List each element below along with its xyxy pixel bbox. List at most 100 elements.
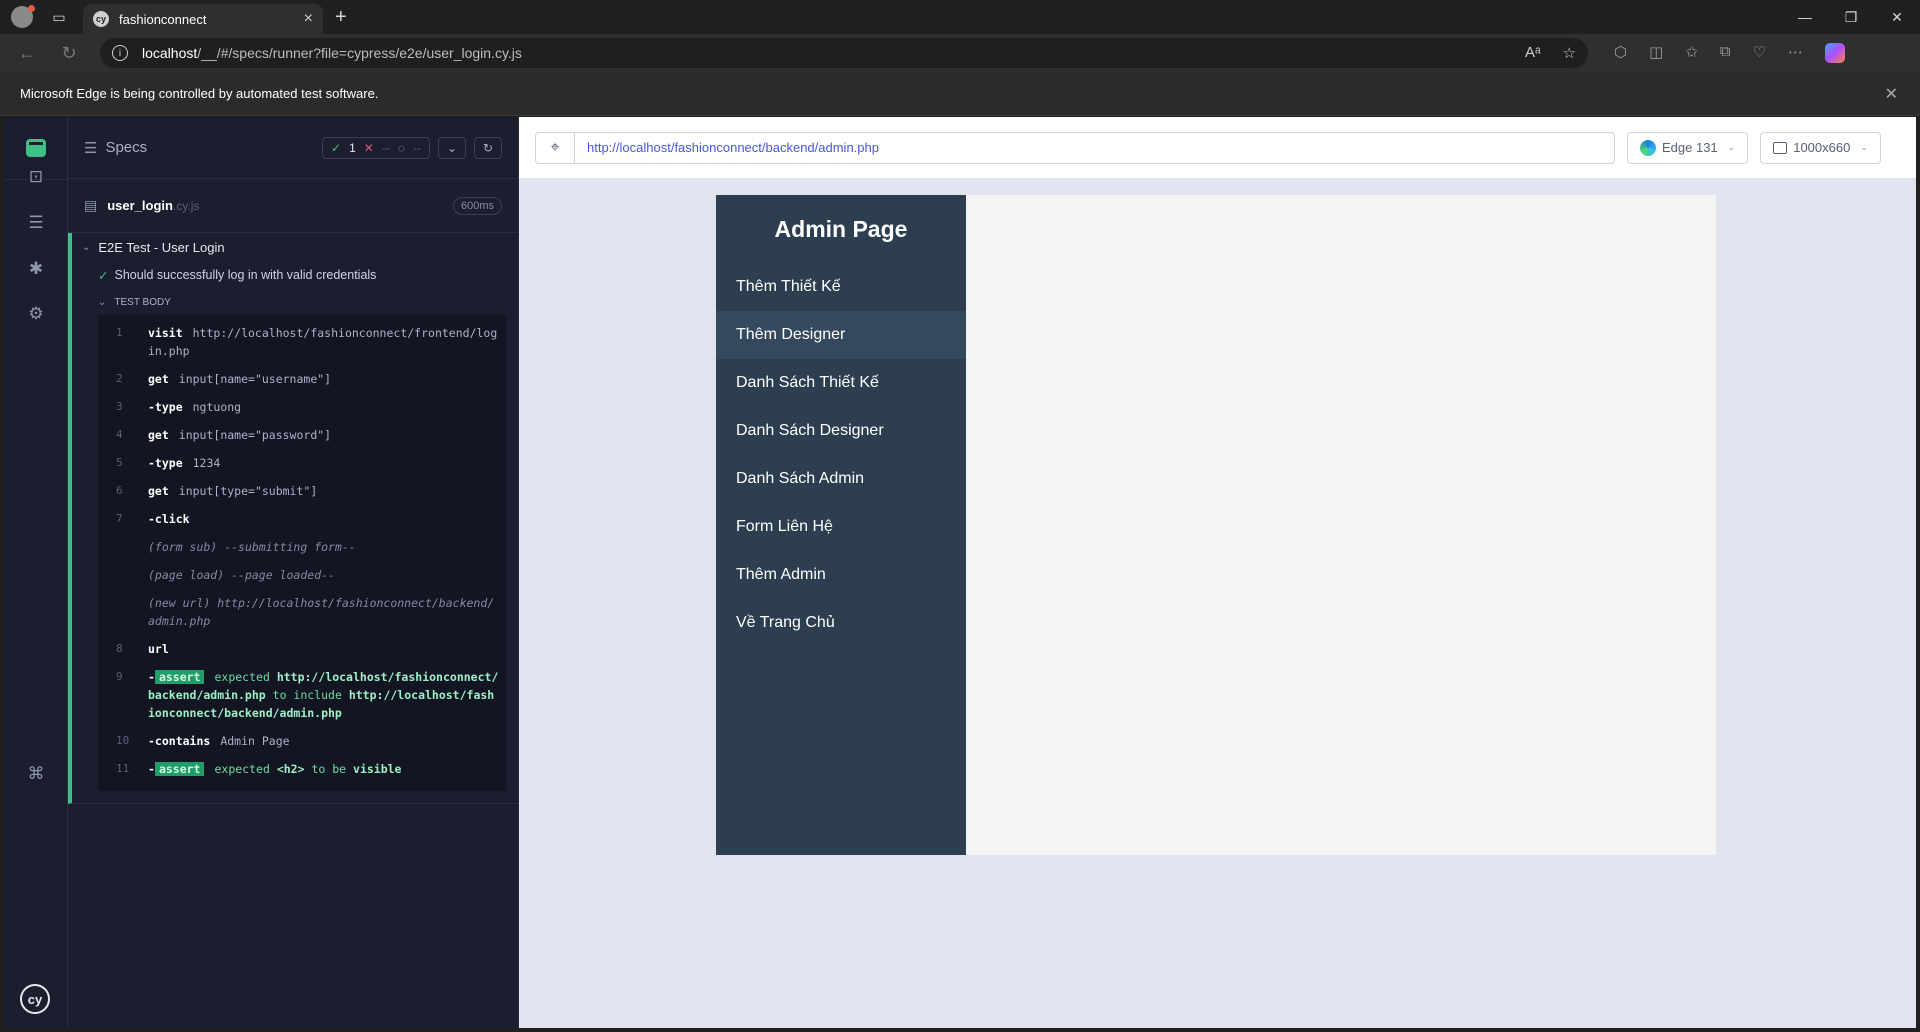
command-number: 11 <box>116 762 130 775</box>
command-row[interactable]: 3 -type ngtuong <box>98 393 506 421</box>
specs-list-icon[interactable]: ☰ <box>24 211 48 235</box>
aut-url-field[interactable]: http://localhost/fashionconnect/backend/… <box>575 131 1615 164</box>
chevron-down-icon: ⌄ <box>98 296 107 308</box>
passed-count: 1 <box>349 140 356 155</box>
more-menu-icon[interactable]: ⋯ <box>1788 43 1803 63</box>
restore-icon[interactable]: ❐ <box>1828 9 1874 26</box>
command-log-reporter: ☰ Specs ✓ 1 ✕ -- ◌ -- ⌄ ↻ ▤ user_login .c… <box>68 117 519 1028</box>
split-screen-icon[interactable]: ◫ <box>1649 43 1663 63</box>
assert-row[interactable]: 9 - assert expected http://localhost/fashi… <box>98 663 506 727</box>
admin-link-them-designer[interactable]: Thêm Designer <box>716 311 966 359</box>
command-arg: http://localhost/fashionconnect/frontend… <box>148 326 498 358</box>
command-arg: input[name="password"] <box>178 428 332 442</box>
selector-playground-icon[interactable]: ⌖ <box>535 131 575 164</box>
read-aloud-icon[interactable]: Aᵃ <box>1525 44 1541 62</box>
settings-icon[interactable]: ⚙ <box>24 302 48 326</box>
command-row[interactable]: 5 -type 1234 <box>98 449 506 477</box>
command-number <box>98 594 148 630</box>
file-icon: ▤ <box>84 197 98 213</box>
site-info-icon[interactable]: i <box>112 45 128 61</box>
assert-badge: assert <box>154 670 205 684</box>
keyboard-shortcuts-icon[interactable]: ⌘ <box>24 762 48 786</box>
admin-link-danh-sach-designer[interactable]: Danh Sách Designer <box>716 407 966 455</box>
test-title: Should successfully log in with valid cr… <box>114 268 377 282</box>
rerun-icon[interactable]: ↻ <box>474 136 502 159</box>
command-name: get <box>148 372 169 386</box>
command-number: 4 <box>116 428 123 441</box>
favorites-icon[interactable]: ✩ <box>1685 43 1698 63</box>
runs-icon[interactable]: ⊡ <box>24 165 48 189</box>
new-tab-icon[interactable]: + <box>335 6 347 29</box>
command-name: get <box>148 484 169 498</box>
admin-link-danh-sach-thiet-ke[interactable]: Danh Sách Thiết Kế <box>716 359 966 407</box>
command-event-row[interactable]: (new url) http://localhost/fashionconnec… <box>98 589 506 635</box>
admin-link-form-lien-he[interactable]: Form Liên Hệ <box>716 503 966 551</box>
close-window-icon[interactable]: ✕ <box>1874 9 1920 26</box>
admin-link-them-thiet-ke[interactable]: Thêm Thiết Kế <box>716 263 966 311</box>
command-number: 8 <box>116 642 123 655</box>
aut-iframe: Admin Page Thêm Thiết Kế Thêm Designer D… <box>716 195 1716 855</box>
collections-icon[interactable]: ⧉ <box>1720 43 1731 63</box>
minimize-icon[interactable]: — <box>1782 9 1828 26</box>
command-event-row[interactable]: (page load) --page loaded-- <box>98 561 506 589</box>
command-number: 2 <box>116 372 123 385</box>
command-number: 9 <box>116 670 123 683</box>
chevron-down-icon: ⌄ <box>1860 142 1868 152</box>
suite-block: ⌄ E2E Test - User Login ✓ Should success… <box>68 233 518 804</box>
cypress-logo-icon: cy <box>20 984 50 1014</box>
test-title-row[interactable]: ✓ Should successfully log in with valid … <box>72 261 518 289</box>
specs-label[interactable]: Specs <box>105 139 147 156</box>
viewport-label: 1000x660 <box>1793 140 1851 155</box>
browser-tab[interactable]: cy fashionconnect × <box>83 4 323 34</box>
aut-header: ⌖ http://localhost/fashionconnect/backen… <box>519 117 1916 179</box>
assert-row[interactable]: 11 - assert expected <h2> to be visible <box>98 755 506 783</box>
admin-link-them-admin[interactable]: Thêm Admin <box>716 551 966 599</box>
failed-x-icon: ✕ <box>363 140 374 155</box>
event-message: --submitting form-- <box>224 540 356 554</box>
test-body-toggle[interactable]: ⌄ TEST BODY <box>72 289 518 315</box>
extensions-icon[interactable]: ⬡ <box>1614 43 1627 63</box>
address-bar-row: ← ↻ i localhost/__/#/specs/runner?file=c… <box>0 34 1920 72</box>
assert-word: expected <box>214 762 270 776</box>
browser-essentials-icon[interactable]: ♡ <box>1753 43 1766 63</box>
tab-actions-icon[interactable]: ▭ <box>47 5 71 29</box>
command-row[interactable]: 6 get input[type="submit"] <box>98 477 506 505</box>
browser-tabbar: ▭ cy fashionconnect × + — ❐ ✕ <box>0 0 1920 34</box>
assert-expected: visible <box>353 762 402 776</box>
edge-browser-icon <box>1640 139 1656 156</box>
command-row[interactable]: 8 url <box>98 635 506 663</box>
aut-url: http://localhost/fashionconnect/backend/… <box>587 140 879 155</box>
command-row[interactable]: 2 get input[name="username"] <box>98 365 506 393</box>
infobar-close-icon[interactable]: ✕ <box>1885 84 1898 104</box>
command-row[interactable]: 7 -click <box>98 505 506 533</box>
profile-avatar[interactable] <box>11 5 35 28</box>
viewport-selector[interactable]: 1000x660 ⌄ <box>1760 131 1881 164</box>
tab-close-icon[interactable]: × <box>304 10 313 28</box>
debug-icon[interactable]: ✱ <box>24 257 48 281</box>
expand-chevron-icon[interactable]: ⌄ <box>438 136 466 159</box>
admin-link-danh-sach-admin[interactable]: Danh Sách Admin <box>716 455 966 503</box>
command-row[interactable]: 1 visit http://localhost/fashionconnect/f… <box>98 319 506 365</box>
specs-toggle-icon[interactable]: ☰ <box>84 139 97 157</box>
command-number: 3 <box>116 400 123 413</box>
copilot-icon[interactable] <box>1825 43 1846 63</box>
command-number: 6 <box>116 484 123 497</box>
browser-selector[interactable]: Edge 131 ⌄ <box>1627 131 1749 164</box>
command-row[interactable]: 4 get input[name="password"] <box>98 421 506 449</box>
passed-check-icon: ✓ <box>331 140 342 155</box>
command-name: visit <box>148 326 183 340</box>
project-icon[interactable] <box>26 139 46 157</box>
command-event-row[interactable]: (form sub) --submitting form-- <box>98 533 506 561</box>
suite-title-row[interactable]: ⌄ E2E Test - User Login <box>72 233 518 261</box>
command-arg: 1234 <box>192 456 221 470</box>
command-name: -contains <box>148 734 211 748</box>
favorite-star-icon[interactable]: ☆ <box>1563 44 1576 62</box>
admin-link-ve-trang-chu[interactable]: Về Trang Chủ <box>716 599 966 647</box>
refresh-icon[interactable]: ↻ <box>54 43 84 64</box>
command-arg: input[name="username"] <box>178 372 332 386</box>
back-icon[interactable]: ← <box>12 43 42 64</box>
command-row[interactable]: 10 -contains Admin Page <box>98 727 506 755</box>
address-input[interactable]: i localhost/__/#/specs/runner?file=cypre… <box>100 38 1588 68</box>
command-number: 7 <box>116 512 123 525</box>
failed-count: -- <box>381 140 390 155</box>
